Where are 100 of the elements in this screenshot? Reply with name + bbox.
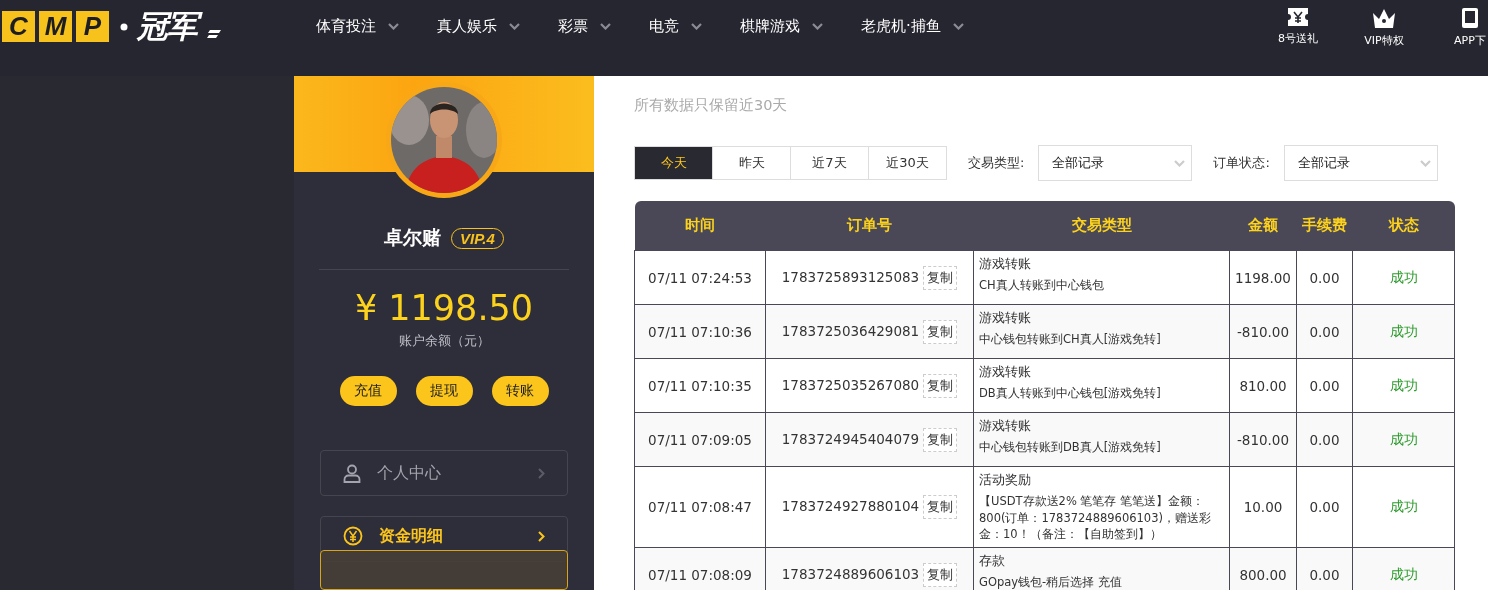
copy-button[interactable]: 复制 — [923, 373, 958, 398]
transaction-type: 游戏转账 — [979, 417, 1032, 435]
nav-label: 电竞 — [649, 17, 679, 36]
column-header: 状态 — [1352, 201, 1455, 251]
nav-label: 真人娱乐 — [437, 17, 497, 36]
status-text: 成功 — [1389, 322, 1418, 339]
fee-cell: 0.00 — [1296, 358, 1353, 413]
header-link-label: APP下 — [1454, 33, 1486, 48]
nav-label: 棋牌游戏 — [740, 17, 800, 36]
crown-icon — [1371, 7, 1397, 29]
transaction-type: 游戏转账 — [979, 363, 1032, 381]
copy-button[interactable]: 复制 — [923, 562, 958, 587]
logo-letter: M — [39, 11, 72, 42]
transaction-detail: CH真人转账到中心钱包 — [979, 277, 1105, 294]
date-tab[interactable]: 今天 — [634, 146, 713, 180]
chevron-down-icon — [388, 23, 399, 30]
action-button[interactable]: 提现 — [415, 376, 473, 406]
filter-select[interactable]: 全部记录 — [1283, 145, 1438, 181]
transaction-detail: 【USDT存款送2% 笔笔存 笔笔送】金额：800(订单：1783724889606103)，赠送彩金：10！（备注：【自助签到】） — [979, 493, 1212, 543]
nav-menu-item[interactable]: 棋牌游戏 — [740, 17, 823, 36]
transaction-type: 游戏转账 — [979, 255, 1032, 273]
logo-letter: P — [76, 11, 109, 42]
chevron-right-icon — [538, 467, 545, 479]
transaction-type: 游戏转账 — [979, 309, 1032, 327]
yuan-coin-icon — [343, 526, 363, 546]
transaction-type: 活动奖励 — [979, 471, 1032, 489]
date-tab[interactable]: 近7天 — [790, 146, 869, 180]
logo-dot-icon — [119, 21, 129, 32]
order-number: 1783725035267080 — [781, 376, 920, 393]
fee-cell: 0.00 — [1296, 412, 1353, 467]
fee-cell: 0.00 — [1296, 466, 1353, 548]
transaction-detail: DB真人转账到中心钱包[游戏免转] — [979, 385, 1162, 402]
status-text: 成功 — [1389, 430, 1418, 447]
logo-dash-icon — [207, 29, 221, 38]
filter-label: 订单状态: — [1213, 154, 1270, 172]
filter-select[interactable]: 全部记录 — [1038, 145, 1193, 181]
time-cell: 07/11 07:10:36 — [634, 304, 766, 359]
column-header: 交易类型 — [973, 201, 1230, 251]
chevron-down-icon — [952, 23, 964, 30]
time-cell: 07/11 07:24:53 — [634, 250, 766, 305]
nav-label: 老虎机·捕鱼 — [861, 17, 941, 36]
logo-text: 冠军 — [133, 6, 203, 47]
status-text: 成功 — [1389, 268, 1418, 285]
chevron-down-icon — [691, 23, 702, 30]
amount-cell: -810.00 — [1229, 412, 1297, 467]
header-link-label: VIP特权 — [1364, 33, 1404, 48]
logo-letter: C — [2, 11, 35, 42]
chevron-right-icon — [538, 530, 545, 542]
column-header: 金额 — [1229, 201, 1297, 251]
chevron-down-icon — [1174, 159, 1186, 167]
order-number: 1783724889606103 — [781, 565, 920, 582]
status-text: 成功 — [1389, 376, 1418, 393]
chevron-down-icon — [812, 23, 823, 30]
transaction-detail: 中心钱包转账到DB真人[游戏免转] — [979, 439, 1162, 456]
nav-menu-item[interactable]: 体育投注 — [316, 17, 399, 36]
column-header: 订单号 — [765, 201, 974, 251]
order-number: 1783725036429081 — [781, 322, 920, 339]
user-name: 卓尔赌 — [384, 225, 442, 250]
date-tab[interactable]: 近30天 — [868, 146, 947, 180]
column-header: 时间 — [634, 201, 766, 251]
amount-cell: -810.00 — [1229, 304, 1297, 359]
nav-label: 彩票 — [558, 17, 588, 36]
amount-cell: 810.00 — [1229, 358, 1297, 413]
column-header: 手续费 — [1296, 201, 1353, 251]
transaction-type: 存款 — [979, 552, 1006, 570]
nav-menu-item[interactable]: 老虎机·捕鱼 — [861, 17, 964, 36]
phone-icon — [1461, 7, 1479, 29]
copy-button[interactable]: 复制 — [923, 427, 958, 452]
time-cell: 07/11 07:08:47 — [634, 466, 766, 548]
header-link[interactable]: VIP特权 — [1356, 7, 1412, 48]
amount-cell: 1198.00 — [1229, 250, 1297, 305]
nav-menu-item[interactable]: 彩票 — [558, 17, 611, 36]
header-link[interactable]: APP下 — [1442, 7, 1488, 48]
header-link-label: 8号送礼 — [1278, 31, 1318, 46]
nav-menu-item[interactable]: 真人娱乐 — [437, 17, 520, 36]
header-link[interactable]: 8号送礼 — [1270, 7, 1326, 48]
user-icon — [343, 463, 361, 483]
nav-menu-item[interactable]: 电竞 — [649, 17, 702, 36]
filter-label: 交易类型: — [968, 154, 1025, 172]
copy-button[interactable]: 复制 — [923, 319, 958, 344]
ticket-icon — [1287, 7, 1309, 27]
menu-label: 个人中心 — [377, 462, 442, 484]
order-number: 1783724945404079 — [781, 430, 920, 447]
time-cell: 07/11 07:08:09 — [634, 547, 766, 590]
chevron-down-icon — [1419, 159, 1431, 167]
copy-button[interactable]: 复制 — [923, 265, 958, 290]
status-text: 成功 — [1389, 498, 1418, 514]
menu-item[interactable]: 个人中心 — [320, 450, 568, 496]
transaction-detail: 中心钱包转账到CH真人[游戏免转] — [979, 331, 1162, 348]
fee-cell: 0.00 — [1296, 250, 1353, 305]
date-tab[interactable]: 昨天 — [712, 146, 791, 180]
copy-button[interactable]: 复制 — [923, 495, 958, 519]
chevron-down-icon — [600, 23, 611, 30]
status-text: 成功 — [1389, 565, 1418, 582]
order-number: 1783724927880104 — [781, 498, 920, 514]
action-button[interactable]: 转账 — [491, 376, 549, 406]
chevron-down-icon — [509, 23, 520, 30]
action-button[interactable]: 充值 — [339, 376, 397, 406]
amount-cell: 10.00 — [1229, 466, 1297, 548]
time-cell: 07/11 07:10:35 — [634, 358, 766, 413]
